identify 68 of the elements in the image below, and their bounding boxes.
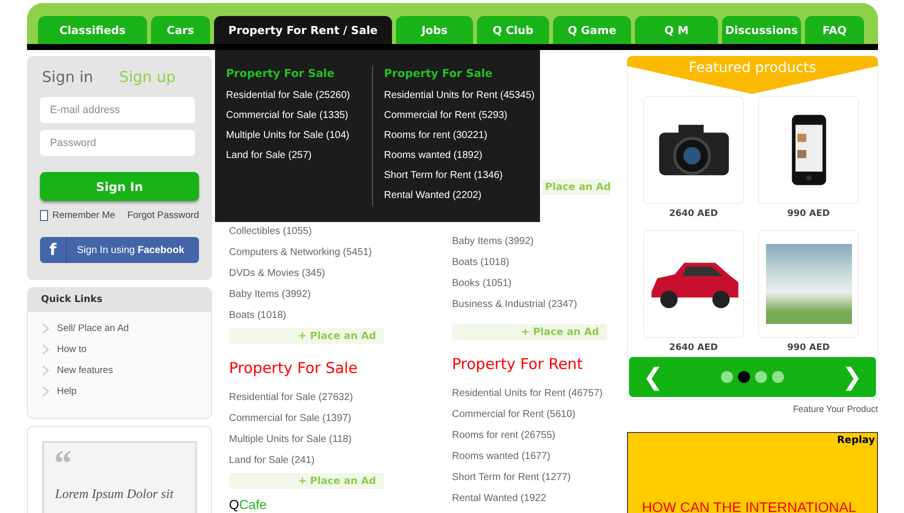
forgot-password-link[interactable]: Forgot Password [127, 210, 199, 221]
product-price: 990 AED [787, 208, 830, 221]
menu-item[interactable]: Rental Wanted (2202) [384, 186, 482, 206]
category-link[interactable]: Short Term for Rent (1277) [452, 467, 571, 488]
password-field[interactable]: Password [40, 130, 195, 156]
menu-item[interactable]: Land for Sale (257) [226, 146, 312, 166]
remember-label: Remember Me [52, 210, 116, 221]
quick-link[interactable]: New features [57, 365, 113, 376]
carousel-dot[interactable] [772, 371, 784, 383]
category-link[interactable]: Boats (1018) [229, 305, 286, 326]
category-link[interactable]: Books (1051) [452, 273, 512, 294]
carousel-dot[interactable] [755, 371, 767, 383]
signin-tab[interactable]: Sign in [42, 68, 94, 86]
nav-tab[interactable]: Property For Rent / Sale [214, 16, 392, 44]
category-link[interactable]: Baby Items (3992) [229, 284, 311, 305]
category-link[interactable]: Computers & Networking (5451) [229, 242, 372, 263]
category-link[interactable]: DVDs & Movies (345) [229, 263, 326, 284]
category-link[interactable]: Collectibles (1055) [229, 221, 312, 242]
category-link[interactable]: Commercial for Sale (1397) [229, 408, 352, 429]
feature-product-link[interactable]: Feature Your Product [792, 404, 878, 414]
quote-mark: “ [54, 447, 73, 479]
featured-banner: Featured products [627, 56, 878, 94]
quick-link[interactable]: Sell/ Place an Ad [57, 323, 129, 334]
menu-item[interactable]: Commercial for Rent (5293) [384, 106, 508, 126]
category-link[interactable]: Rental Wanted (1922 [452, 488, 546, 509]
menu-item[interactable]: Rooms wanted (1892) [384, 146, 482, 166]
quick-link[interactable]: How to [57, 344, 87, 355]
menu-item[interactable]: Residential for Sale (25260) [226, 86, 350, 106]
product-card[interactable] [643, 96, 744, 204]
menu-item[interactable]: Residential Units for Rent (45345) [384, 86, 535, 106]
panel-header: Quick Links [28, 288, 211, 312]
section-heading: QCafe [229, 497, 267, 513]
menu-item[interactable]: Commercial for Sale (1335) [226, 106, 348, 126]
facebook-signin-button[interactable]: f Sign In using Facebook [40, 237, 199, 263]
category-link[interactable]: Commercial for Rent (5610) [452, 404, 576, 425]
section-heading: Property For Sale [229, 358, 358, 378]
category-link[interactable]: Residential Units for Rent (46757) [452, 383, 603, 404]
carousel-dot[interactable] [721, 371, 733, 383]
menu-heading: Property For Sale [226, 66, 336, 82]
chevron-icon [41, 365, 50, 376]
menu-heading: Property For Sale [384, 66, 494, 82]
menu-item[interactable]: Rooms for rent (30221) [384, 126, 488, 146]
chevron-icon [41, 344, 50, 355]
product-price: 990 AED [787, 342, 830, 355]
chevron-icon [41, 323, 50, 334]
product-price: 2640 AED [669, 208, 718, 221]
category-link[interactable]: Residential for Sale (27632) [229, 387, 353, 408]
menu-item[interactable]: Multiple Units for Sale (104) [226, 126, 350, 146]
section-heading: Property For Rent [452, 354, 583, 374]
category-link[interactable]: Business & Industrial (2347) [452, 294, 578, 315]
category-link[interactable]: Rooms wanted (1677) [452, 446, 550, 467]
ad-headline: HOW CAN THE INTERNATIONAL [642, 499, 856, 513]
remember-checkbox[interactable] [40, 210, 48, 221]
chevron-icon [41, 386, 50, 397]
category-link[interactable]: Multiple Units for Sale (118) [229, 429, 352, 450]
category-link[interactable]: Baby Items (3992) [452, 231, 534, 252]
email-field[interactable]: E-mail address [40, 97, 195, 123]
replay-button[interactable]: Replay [836, 435, 875, 446]
category-link[interactable]: Land for Sale (241) [229, 450, 315, 471]
category-link[interactable]: Rooms for rent (26755) [452, 425, 556, 446]
quote-text: Lorem Ipsum Dolor sit [54, 485, 175, 503]
product-card[interactable] [758, 96, 859, 204]
product-card[interactable] [643, 230, 744, 338]
menu-item[interactable]: Short Term for Rent (1346) [384, 166, 503, 186]
product-price: 2640 AED [669, 342, 718, 355]
carousel-dot[interactable] [738, 371, 750, 383]
category-link[interactable]: Boats (1018) [452, 252, 510, 273]
quick-link[interactable]: Help [57, 386, 77, 397]
